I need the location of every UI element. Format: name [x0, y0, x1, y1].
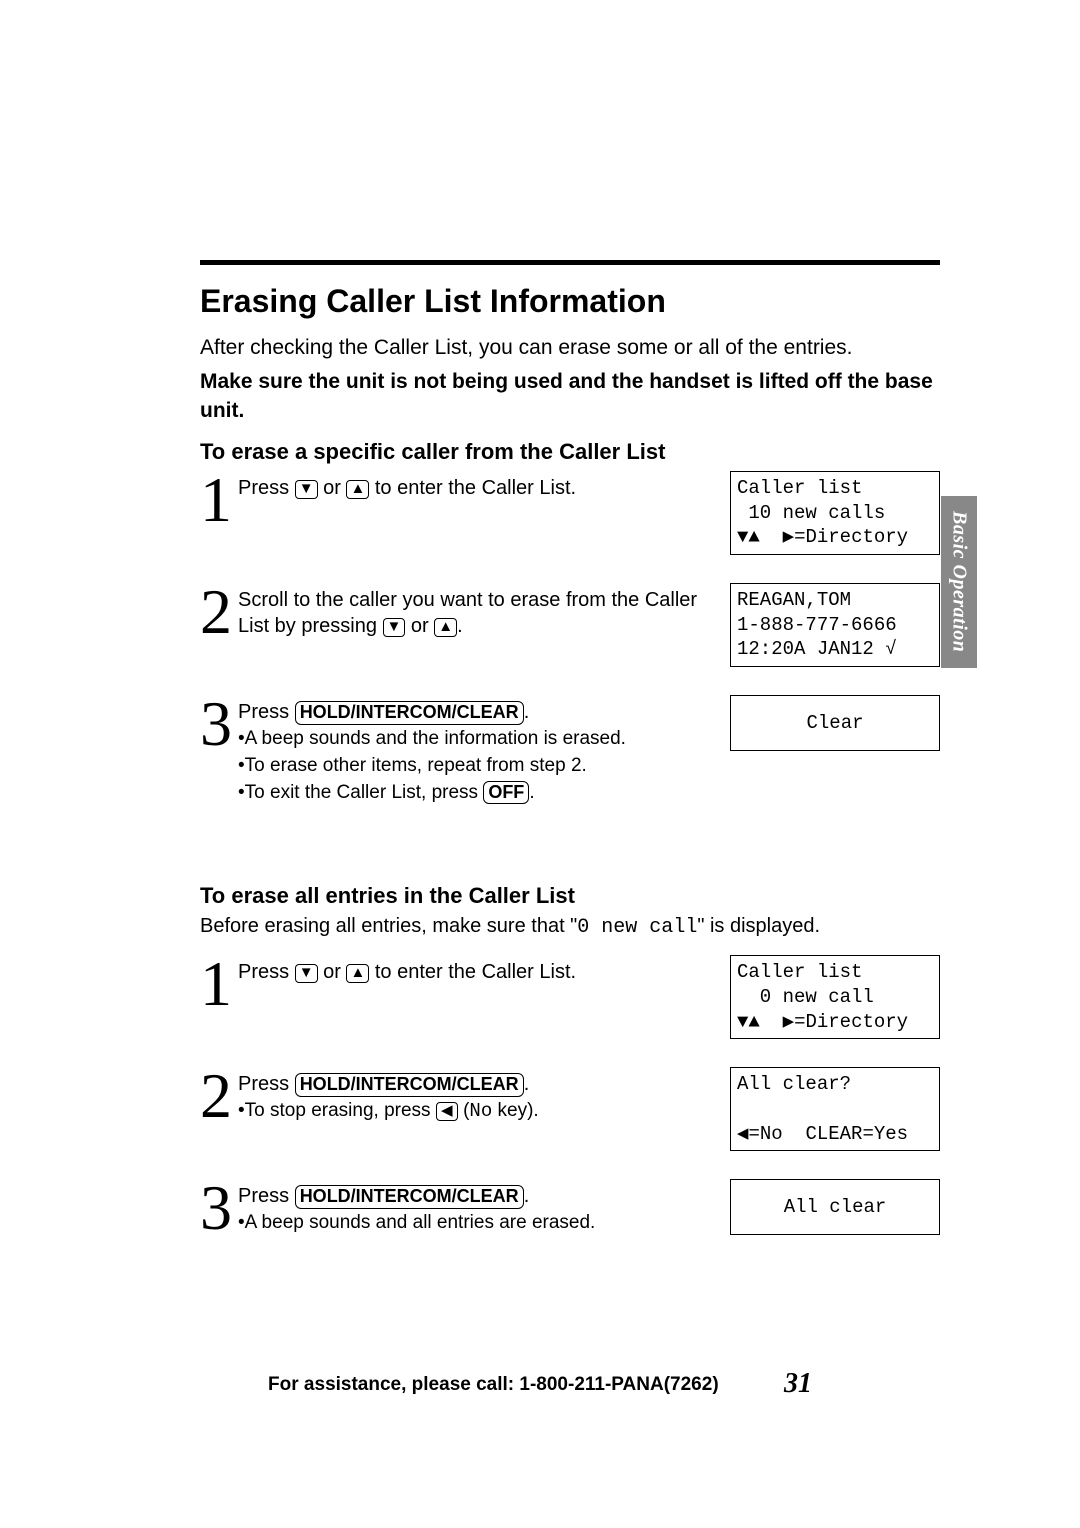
up-key-icon: ▲ [346, 480, 369, 499]
lcd-display: All clear? ◀=No CLEAR=Yes [730, 1067, 940, 1151]
text: Press [238, 1185, 295, 1207]
page-title: Erasing Caller List Information [200, 283, 940, 320]
lcd-display: Caller list 0 new call ▼▲ ▶=Directory [730, 955, 940, 1039]
bullet-text: •A beep sounds and the information is er… [238, 727, 714, 752]
step-text: Scroll to the caller you want to erase f… [238, 583, 730, 639]
mono-text: No [469, 1100, 492, 1122]
footer-assistance: For assistance, please call: 1-800-211-P… [268, 1374, 719, 1395]
text: . [524, 701, 530, 723]
text: to enter the Caller List. [369, 477, 576, 499]
step-text: Press HOLD/INTERCOM/CLEAR. •A beep sound… [238, 1179, 730, 1236]
step-number: 1 [200, 471, 234, 529]
text: . [524, 1185, 530, 1207]
lcd-line: ▼▲ ▶=Directory [737, 526, 908, 548]
intro-warning: Make sure the unit is not being used and… [200, 368, 940, 425]
text: Press [238, 1073, 295, 1095]
lcd-line: 12:20A JAN12 √ [737, 638, 897, 660]
section-a-step-3: 3 Press HOLD/INTERCOM/CLEAR. •A beep sou… [200, 695, 940, 805]
section-b-step-2: 2 Press HOLD/INTERCOM/CLEAR. •To stop er… [200, 1067, 940, 1151]
section-b-note: Before erasing all entries, make sure th… [200, 915, 940, 939]
text: or [405, 615, 434, 637]
text: . [524, 1073, 530, 1095]
bullet-text: •To erase other items, repeat from step … [238, 754, 714, 779]
text: or [318, 961, 347, 983]
text: Press [238, 961, 295, 983]
section-a-step-2: 2 Scroll to the caller you want to erase… [200, 583, 940, 667]
down-key-icon: ▼ [383, 618, 406, 637]
lcd-line: Caller list [737, 477, 862, 499]
section-b-title: To erase all entries in the Caller List [200, 883, 940, 909]
lcd-line: ◀=No CLEAR=Yes [737, 1123, 908, 1145]
step-number: 2 [200, 583, 234, 641]
step-number: 3 [200, 1179, 234, 1237]
up-key-icon: ▲ [434, 618, 457, 637]
step-text: Press HOLD/INTERCOM/CLEAR. •A beep sound… [238, 695, 730, 805]
text: •To stop erasing, press [238, 1100, 436, 1121]
lcd-arrows: ▼▲ [737, 526, 783, 548]
text: Press [238, 477, 295, 499]
text: key). [492, 1100, 538, 1121]
down-key-icon: ▼ [295, 964, 318, 983]
step-text: Press ▼ or ▲ to enter the Caller List. [238, 471, 730, 501]
lcd-text: =Directory [794, 526, 908, 548]
bullet-text: •To exit the Caller List, press OFF. [238, 781, 714, 806]
bullet-text: •A beep sounds and all entries are erase… [238, 1211, 714, 1236]
bullet-text: •To stop erasing, press ◀ (No key). [238, 1099, 714, 1124]
section-a-title: To erase a specific caller from the Call… [200, 439, 940, 465]
lcd-display: Caller list 10 new calls ▼▲ ▶=Directory [730, 471, 940, 555]
hold-intercom-clear-key: HOLD/INTERCOM/CLEAR [295, 1185, 524, 1209]
text: to enter the Caller List. [369, 961, 576, 983]
text: Press [238, 701, 295, 723]
lcd-line: REAGAN,TOM [737, 589, 851, 611]
section-b-step-3: 3 Press HOLD/INTERCOM/CLEAR. •A beep sou… [200, 1179, 940, 1237]
lcd-line: All clear? [737, 1073, 851, 1095]
text: Before erasing all entries, make sure th… [200, 915, 577, 937]
text: or [318, 477, 347, 499]
hold-intercom-clear-key: HOLD/INTERCOM/CLEAR [295, 701, 524, 725]
section-divider [200, 260, 940, 265]
page-number: 31 [784, 1368, 812, 1399]
lcd-line: 0 new call [737, 986, 874, 1008]
off-key: OFF [483, 781, 529, 805]
hold-intercom-clear-key: HOLD/INTERCOM/CLEAR [295, 1073, 524, 1097]
step-text: Press HOLD/INTERCOM/CLEAR. •To stop eras… [238, 1067, 730, 1124]
text: " is displayed. [697, 915, 820, 937]
lcd-display: Clear [730, 695, 940, 751]
step-number: 3 [200, 695, 234, 753]
text: ( [458, 1100, 470, 1121]
lcd-display: All clear [730, 1179, 940, 1235]
text: Scroll to the caller you want to erase f… [238, 589, 697, 637]
down-key-icon: ▼ [295, 480, 318, 499]
lcd-line: 1-888-777-6666 [737, 614, 897, 636]
step-text: Press ▼ or ▲ to enter the Caller List. [238, 955, 730, 985]
lcd-line: 10 new calls [737, 502, 885, 524]
section-a-step-1: 1 Press ▼ or ▲ to enter the Caller List.… [200, 471, 940, 555]
text: . [457, 615, 463, 637]
intro-text: After checking the Caller List, you can … [200, 334, 940, 362]
step-number: 1 [200, 955, 234, 1013]
section-tab: Basic Operation [941, 496, 977, 668]
text: •To exit the Caller List, press [238, 782, 483, 803]
lcd-line: Caller list [737, 961, 862, 983]
left-key-icon: ◀ [436, 1102, 458, 1121]
right-arrow-icon: ▶ [783, 1011, 794, 1033]
lcd-display: REAGAN,TOM 1-888-777-6666 12:20A JAN12 √ [730, 583, 940, 667]
lcd-arrows: ▼▲ [737, 1011, 783, 1033]
lcd-text: =Directory [794, 1011, 908, 1033]
lcd-line: All clear [784, 1195, 887, 1220]
section-b-step-1: 1 Press ▼ or ▲ to enter the Caller List.… [200, 955, 940, 1039]
lcd-line: Clear [806, 711, 863, 736]
mono-text: 0 new call [577, 916, 697, 939]
text: . [529, 782, 534, 803]
page-footer: For assistance, please call: 1-800-211-P… [0, 1368, 1080, 1400]
right-arrow-icon: ▶ [783, 526, 794, 548]
up-key-icon: ▲ [346, 964, 369, 983]
lcd-line: ▼▲ ▶=Directory [737, 1011, 908, 1033]
step-number: 2 [200, 1067, 234, 1125]
